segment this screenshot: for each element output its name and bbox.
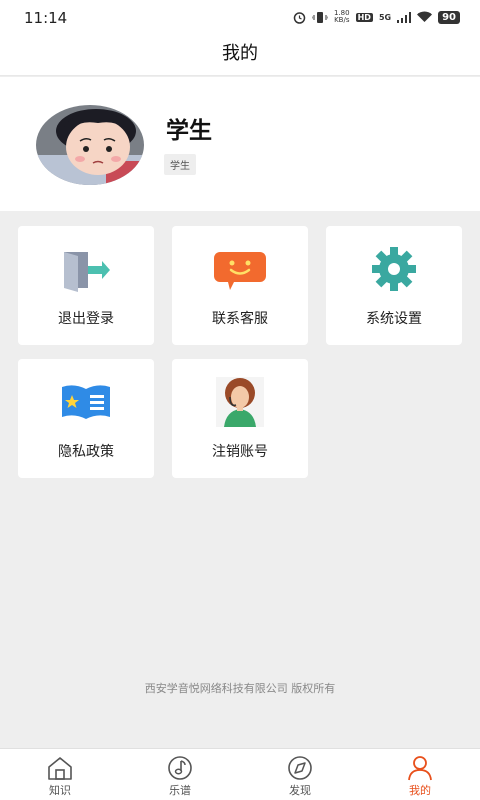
logout-label: 退出登录 <box>58 311 114 327</box>
network-type: 5G <box>378 12 392 22</box>
tab-mine[interactable]: 我的 <box>380 749 460 800</box>
vibrate-icon <box>312 11 328 23</box>
cancel-account-label: 注销账号 <box>212 444 268 460</box>
hd-badge: HD <box>355 12 373 22</box>
contact-support-button[interactable]: 联系客服 <box>172 226 308 345</box>
page-title: 我的 <box>222 43 258 64</box>
customer-service-chat-icon <box>214 252 266 290</box>
tab-knowledge-label: 知识 <box>49 784 71 797</box>
tab-sheet-music-label: 乐谱 <box>169 784 191 797</box>
logout-button[interactable]: 退出登录 <box>18 226 154 345</box>
avatar-cartoon-image <box>36 105 144 185</box>
tab-discover-label: 发现 <box>289 784 311 797</box>
privacy-policy-label: 隐私政策 <box>58 444 114 460</box>
privacy-policy-button[interactable]: 隐私政策 <box>18 359 154 478</box>
home-icon <box>48 757 72 780</box>
cancel-account-person-icon <box>216 377 264 427</box>
role-badge: 学生 <box>164 154 196 175</box>
tab-knowledge[interactable]: 知识 <box>20 749 100 800</box>
compass-icon <box>288 756 312 780</box>
person-icon <box>408 756 432 781</box>
avatar[interactable] <box>36 105 144 185</box>
net-speed: 1.80 KB/s <box>334 10 350 24</box>
system-settings-label: 系统设置 <box>366 311 422 327</box>
privacy-book-icon <box>62 385 110 419</box>
status-icons: 1.80 KB/s HD 5G 90 <box>293 10 460 24</box>
username: 学生 <box>166 118 212 144</box>
net-speed-unit: KB/s <box>334 16 350 24</box>
alarm-icon <box>293 11 306 24</box>
wifi-icon <box>417 11 433 22</box>
copyright-text: 西安学音悦网络科技有限公司 版权所有 <box>144 682 336 695</box>
tab-discover[interactable]: 发现 <box>260 749 340 800</box>
status-bar: 11:14 1.80 KB/s HD 5G 90 <box>0 0 480 36</box>
tab-sheet-music[interactable]: 乐谱 <box>140 749 220 800</box>
contact-support-label: 联系客服 <box>212 311 268 327</box>
signal-icon <box>397 11 412 23</box>
bottom-tab-bar: 知识 乐谱 发现 我的 <box>0 748 480 800</box>
battery-indicator: 90 <box>438 10 460 24</box>
tab-mine-label: 我的 <box>409 784 431 797</box>
music-note-icon <box>168 756 192 780</box>
settings-gear-icon <box>372 247 416 291</box>
header-bar: 我的 <box>0 36 480 76</box>
cancel-account-button[interactable]: 注销账号 <box>172 359 308 478</box>
system-settings-button[interactable]: 系统设置 <box>326 226 462 345</box>
logout-door-icon <box>64 252 110 292</box>
profile-section: 学生 学生 <box>0 77 480 211</box>
status-time: 11:14 <box>24 9 68 27</box>
